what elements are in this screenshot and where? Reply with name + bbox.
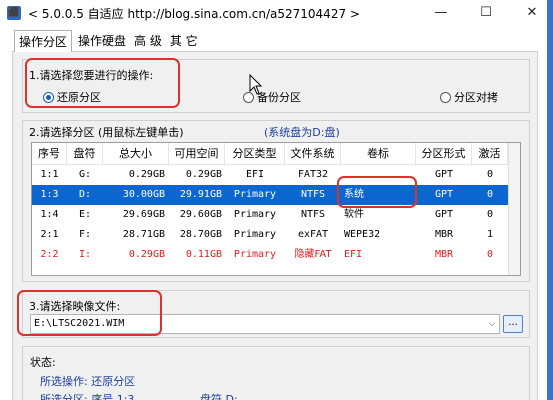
radio-unselected-icon — [440, 91, 451, 103]
col-active[interactable]: 激活 — [472, 143, 508, 165]
tab-strip: 操作分区 操作硬盘 高 级 其 它 — [14, 30, 202, 52]
cell-total: 30.00GB — [122, 189, 165, 200]
cell-type: Primary — [233, 189, 277, 200]
cell-style: GPT — [434, 189, 454, 200]
cell-type: Primary — [233, 249, 277, 260]
table-row-selected[interactable]: 1:3 D: 30.00GB 29.91GB Primary NTFS 系统 G… — [32, 185, 508, 205]
cell-active: 0 — [486, 169, 494, 180]
cell-label: WEPE32 — [344, 229, 381, 240]
radio-clone[interactable]: 分区对拷 — [440, 89, 498, 105]
cell-free: 28.70GB — [179, 229, 222, 240]
cell-type: EFI — [245, 169, 265, 180]
radio-backup-label: 备份分区 — [257, 91, 301, 104]
cell-style: GPT — [434, 169, 454, 180]
cell-index: 1:1 — [40, 169, 59, 180]
highlight-box-image — [17, 290, 162, 336]
col-label[interactable]: 卷标 — [341, 143, 416, 165]
col-index[interactable]: 序号 — [32, 143, 67, 165]
table-row[interactable]: 2:2 I: 0.29GB 0.11GB Primary 隐藏FAT EFI M… — [32, 245, 508, 265]
cell-drive: E: — [78, 209, 92, 220]
cell-active: 0 — [486, 249, 494, 260]
cell-style: MBR — [434, 229, 454, 240]
cell-index: 2:2 — [40, 249, 59, 260]
cell-fs: NTFS — [300, 209, 326, 220]
cell-free: 0.29GB — [185, 169, 222, 180]
col-total[interactable]: 总大小 — [103, 143, 169, 165]
cell-index: 1:4 — [40, 209, 59, 220]
mouse-cursor-icon — [249, 74, 263, 95]
table-row[interactable]: 1:4 E: 29.69GB 29.60GB Primary NTFS 软件 G… — [32, 205, 508, 225]
col-drive[interactable]: 盘符 — [67, 143, 103, 165]
highlight-box-system-label — [337, 176, 417, 208]
cell-type: Primary — [233, 229, 277, 240]
browse-button[interactable]: ... — [503, 315, 523, 333]
status-heading: 状态: — [30, 356, 56, 369]
status-operation: 所选操作: 还原分区 — [40, 375, 136, 388]
tab-partition-ops[interactable]: 操作分区 — [14, 30, 73, 52]
cell-fs: NTFS — [300, 189, 326, 200]
partition-table: 序号 盘符 总大小 可用空间 分区类型 文件系统 卷标 分区形式 激活 1:1 … — [31, 142, 521, 276]
col-fs[interactable]: 文件系统 — [285, 143, 341, 165]
minimize-button[interactable]: — — [421, 3, 461, 23]
status-partition: 所选分区: 序号 1:3 — [40, 393, 135, 400]
cell-fs: FAT32 — [297, 169, 329, 180]
system-disk-hint: (系统盘为D:盘) — [264, 126, 340, 139]
cell-active: 0 — [486, 209, 494, 220]
cell-label: EFI — [344, 249, 363, 260]
cell-type: Primary — [233, 209, 277, 220]
cell-drive: F: — [78, 229, 92, 240]
tab-other[interactable]: 其 它 — [166, 30, 202, 52]
table-scrollbar[interactable] — [508, 143, 520, 275]
tab-advanced[interactable]: 高 级 — [130, 30, 166, 52]
col-style[interactable]: 分区形式 — [416, 143, 472, 165]
cell-free: 29.60GB — [179, 209, 222, 220]
title-bar: ⬛ < 5.0.0.5 自适应 http://blog.sina.com.cn/… — [0, 0, 553, 26]
cell-total: 0.29GB — [128, 169, 165, 180]
partition-prompt: 2.请选择分区 (用鼠标左键单击) — [29, 126, 184, 139]
cell-total: 28.71GB — [122, 229, 165, 240]
cell-drive: G: — [78, 169, 92, 180]
status-drive: 盘符 D: — [200, 393, 238, 400]
chevron-down-icon[interactable]: ⌵ — [486, 314, 498, 334]
tab-disk-ops[interactable]: 操作硬盘 — [74, 30, 130, 52]
cell-fs: 隐藏FAT — [294, 249, 332, 260]
cell-active: 0 — [486, 189, 494, 200]
cell-drive: D: — [78, 189, 92, 200]
radio-clone-label: 分区对拷 — [454, 91, 498, 104]
cell-fs: exFAT — [297, 229, 329, 240]
cell-index: 1:3 — [40, 189, 59, 200]
cell-free: 29.91GB — [179, 189, 222, 200]
cell-style: MBR — [434, 249, 454, 260]
cell-active: 1 — [486, 229, 494, 240]
window-title: < 5.0.0.5 自适应 http://blog.sina.com.cn/a5… — [28, 7, 360, 21]
col-free[interactable]: 可用空间 — [169, 143, 225, 165]
col-type[interactable]: 分区类型 — [225, 143, 285, 165]
close-button[interactable]: ✕ — [512, 3, 552, 23]
cell-style: GPT — [434, 209, 454, 220]
app-icon[interactable]: ⬛ — [7, 6, 21, 20]
highlight-box-operation — [25, 58, 180, 108]
cell-drive: I: — [78, 249, 92, 260]
cell-total: 29.69GB — [122, 209, 165, 220]
cell-index: 2:1 — [40, 229, 59, 240]
table-row[interactable]: 2:1 F: 28.71GB 28.70GB Primary exFAT WEP… — [32, 225, 508, 245]
maximize-button[interactable]: ☐ — [466, 3, 506, 23]
cell-label: 软件 — [344, 209, 364, 220]
cell-total: 0.29GB — [128, 249, 165, 260]
table-row[interactable]: 1:1 G: 0.29GB 0.29GB EFI FAT32 GPT 0 — [32, 165, 508, 185]
desktop-edge — [547, 0, 553, 400]
cell-free: 0.11GB — [185, 249, 222, 260]
table-header: 序号 盘符 总大小 可用空间 分区类型 文件系统 卷标 分区形式 激活 — [32, 143, 520, 165]
